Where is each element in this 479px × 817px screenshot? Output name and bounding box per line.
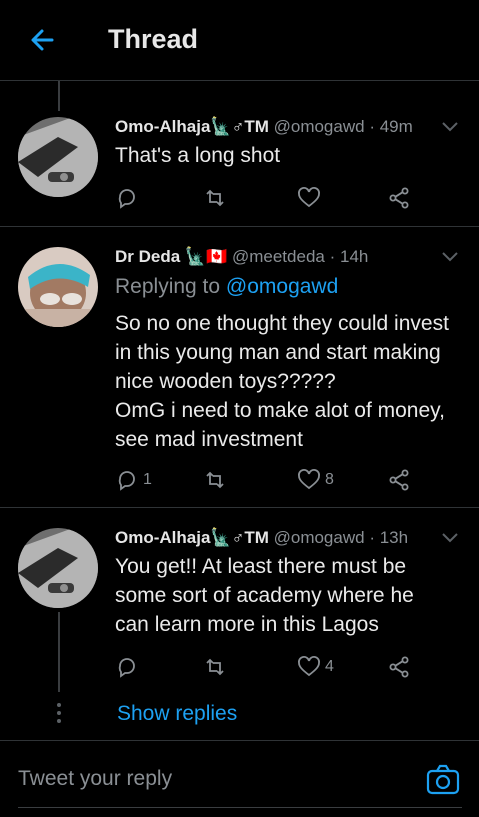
reply-count: 1 [143,471,152,488]
retweet-button[interactable] [203,467,227,493]
reply-input[interactable]: Tweet your reply [18,767,172,791]
like-button[interactable]: 4 [297,654,334,680]
input-underline [18,807,462,808]
like-button[interactable]: 8 [297,467,334,493]
tweet-header: Omo-Alhaja🗽♂TM @omogawd · 13h [115,528,409,547]
avatar[interactable] [18,117,98,197]
tweet-actions: 1 8 [115,467,415,493]
user-handle: @omogawd [273,117,365,136]
tweet-text-line: in this young man and start making [115,341,441,364]
display-name[interactable]: Omo-Alhaja🗽♂TM [115,117,269,136]
retweet-icon [206,658,224,676]
like-count: 4 [325,658,334,675]
tweet[interactable]: Omo-Alhaja🗽♂TM @omogawd · 49m That's a l… [0,81,479,227]
reply-button[interactable] [115,654,139,680]
page-title: Thread [108,24,199,54]
tweet-text-line: some sort of academy where he [115,584,414,607]
tweet-actions: 4 [115,654,415,680]
display-name[interactable]: Dr Deda 🗽🇨🇦 [115,247,227,266]
like-button[interactable] [297,185,321,211]
share-button[interactable] [387,185,411,211]
timestamp: 49m [379,117,413,136]
tweet-header: Omo-Alhaja🗽♂TM @omogawd · 49m [115,117,413,136]
more-replies-dots-icon [57,703,61,723]
retweet-icon [206,189,224,207]
tweet-text-line: can learn more in this Lagos [115,613,379,636]
tweet-actions [115,185,415,211]
back-arrow-icon[interactable] [28,26,56,54]
user-handle: @omogawd [273,528,365,547]
like-count: 8 [325,471,334,488]
tweet-text: You get!! At least there must be some so… [115,552,465,639]
timestamp: 13h [379,528,409,547]
chevron-down-icon[interactable] [441,532,459,544]
tweet[interactable]: Dr Deda 🗽🇨🇦 @meetdeda · 14h Replying to … [0,227,479,508]
chevron-down-icon[interactable] [441,121,459,133]
avatar[interactable] [18,528,98,608]
show-replies-link[interactable]: Show replies [117,702,237,726]
tweet-text: So no one thought they could invest in t… [115,309,465,454]
retweet-icon [206,471,224,489]
replying-to: Replying to @omogawd [115,272,465,301]
reply-composer: Tweet your reply [0,740,479,817]
reply-button[interactable]: 1 [115,467,152,493]
share-button[interactable] [387,467,411,493]
share-icon [389,469,409,491]
avatar[interactable] [18,247,98,327]
retweet-button[interactable] [203,654,227,680]
share-button[interactable] [387,654,411,680]
tweet-text-line: OmG i need to make alot of money, [115,399,445,422]
top-bar: Thread [0,0,479,81]
tweet-text-line: So no one thought they could invest [115,312,449,335]
chevron-down-icon[interactable] [441,251,459,263]
tweet[interactable]: Omo-Alhaja🗽♂TM @omogawd · 13h You get!! … [0,508,479,741]
tweet-text-line: nice wooden toys????? [115,370,336,393]
reply-button[interactable] [115,185,139,211]
like-icon [298,187,320,208]
tweet-text-line: see mad investment [115,428,303,451]
like-icon [298,656,320,677]
camera-icon[interactable] [426,763,460,797]
timestamp: 14h [340,247,369,266]
share-icon [389,187,409,209]
display-name[interactable]: Omo-Alhaja🗽♂TM [115,528,269,547]
replying-prefix: Replying to [115,275,221,298]
tweet-text-line: You get!! At least there must be [115,555,407,578]
share-icon [389,656,409,678]
tweet-header: Dr Deda 🗽🇨🇦 @meetdeda · 14h [115,247,369,266]
user-handle: @meetdeda [231,247,325,266]
reply-icon [118,471,135,491]
tweet-text: That's a long shot [115,144,281,167]
reply-icon [118,658,135,678]
reply-icon [118,189,135,209]
like-icon [298,469,320,490]
mention-link[interactable]: @omogawd [226,275,338,298]
retweet-button[interactable] [203,185,227,211]
